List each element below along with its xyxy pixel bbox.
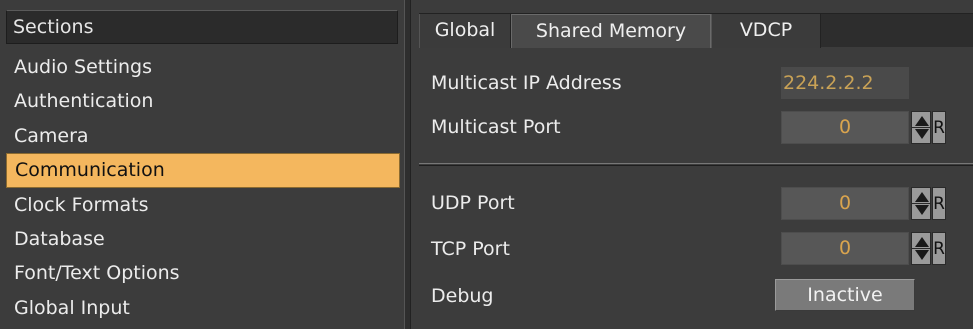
- sections-list: Audio Settings Authentication Camera Com…: [6, 50, 400, 325]
- multicast-port-input[interactable]: 0: [781, 111, 909, 144]
- debug-label: Debug: [431, 285, 494, 307]
- multicast-ip-label: Multicast IP Address: [431, 72, 622, 94]
- section-item-global-input[interactable]: Global Input: [6, 291, 400, 325]
- section-separator: [419, 163, 973, 166]
- arrow-down-icon[interactable]: [915, 250, 929, 260]
- udp-port-label: UDP Port: [431, 192, 515, 214]
- sections-panel: Sections Audio Settings Authentication C…: [0, 0, 404, 329]
- multicast-ip-input[interactable]: 224.2.2.2: [781, 67, 909, 99]
- multicast-port-stepper[interactable]: [911, 111, 931, 144]
- arrow-up-icon[interactable]: [915, 116, 929, 126]
- section-item-clock-formats[interactable]: Clock Formats: [6, 188, 400, 222]
- udp-port-reset-button[interactable]: R: [932, 187, 946, 220]
- section-item-audio-settings[interactable]: Audio Settings: [6, 50, 400, 84]
- section-item-camera[interactable]: Camera: [6, 119, 400, 153]
- tcp-port-label: TCP Port: [431, 238, 510, 260]
- udp-port-input[interactable]: 0: [781, 187, 909, 220]
- sections-header: Sections: [6, 10, 398, 44]
- tab-bar: Global Shared Memory VDCP: [419, 13, 973, 48]
- tab-vdcp[interactable]: VDCP: [711, 14, 821, 48]
- tcp-port-stepper[interactable]: [911, 232, 931, 265]
- section-item-communication[interactable]: Communication: [6, 153, 400, 188]
- section-item-authentication[interactable]: Authentication: [6, 84, 400, 118]
- tcp-port-reset-button[interactable]: R: [932, 232, 946, 265]
- tab-global[interactable]: Global: [419, 14, 511, 48]
- settings-panel: Global Shared Memory VDCP Multicast IP A…: [411, 0, 973, 329]
- multicast-port-reset-button[interactable]: R: [932, 111, 946, 144]
- section-item-database[interactable]: Database: [6, 222, 400, 256]
- arrow-up-icon[interactable]: [915, 192, 929, 202]
- arrow-up-icon[interactable]: [915, 237, 929, 247]
- arrow-down-icon[interactable]: [915, 205, 929, 215]
- arrow-down-icon[interactable]: [915, 129, 929, 139]
- multicast-port-label: Multicast Port: [431, 116, 561, 138]
- debug-toggle-button[interactable]: Inactive: [775, 279, 915, 311]
- section-item-font-text-options[interactable]: Font/Text Options: [6, 256, 400, 290]
- tab-shared-memory[interactable]: Shared Memory: [511, 14, 711, 48]
- panel-splitter[interactable]: [404, 0, 411, 329]
- tcp-port-input[interactable]: 0: [781, 232, 909, 265]
- udp-port-stepper[interactable]: [911, 187, 931, 220]
